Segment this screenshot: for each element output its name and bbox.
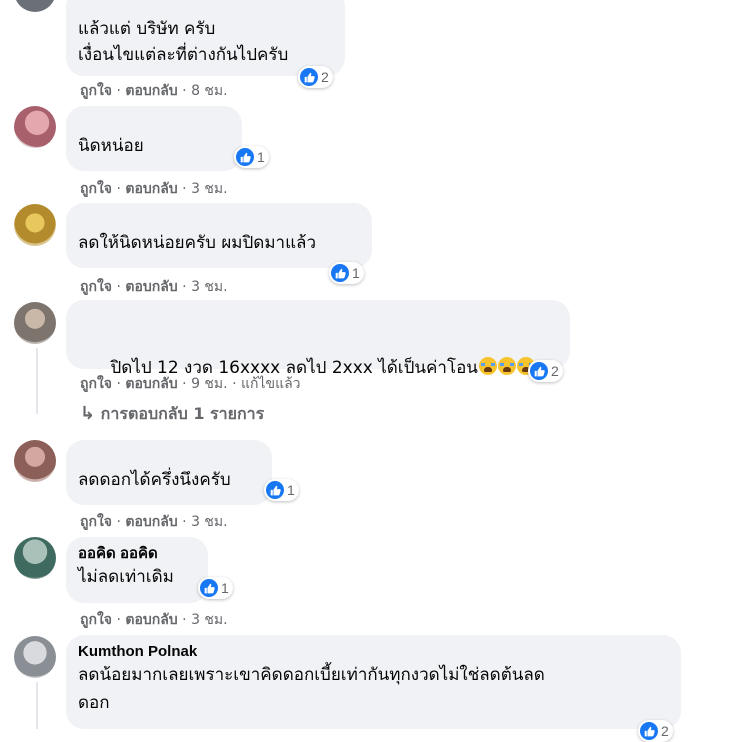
comment-actions: ถูกใจ · ตอบกลับ · 3 ชม. [80, 178, 228, 200]
like-link[interactable]: ถูกใจ [80, 181, 112, 197]
comment-text-line: ลดดอกได้ครึ่งนึงครับ [78, 470, 231, 490]
avatar[interactable] [14, 440, 56, 482]
comment-actions: ถูกใจ · ตอบกลับ · 8 ชม. [80, 80, 228, 102]
reply-link[interactable]: ตอบกลับ [125, 514, 177, 530]
avatar[interactable] [14, 302, 56, 344]
separator: · [116, 181, 121, 197]
like-link[interactable]: ถูกใจ [80, 279, 112, 295]
reaction-count: 1 [352, 265, 360, 281]
like-link[interactable]: ถูกใจ [80, 376, 112, 392]
reply-link[interactable]: ตอบกลับ [125, 612, 177, 628]
reply-link[interactable]: ตอบกลับ [125, 376, 177, 392]
separator: · [116, 376, 121, 392]
separator: · [182, 612, 187, 628]
edited-label[interactable]: แก้ไขแล้ว [241, 376, 301, 392]
separator: · [182, 376, 187, 392]
comment-bubble: Kumthon Polnak ลดน้อยมากเลยเพราะเขาคิดดอ… [66, 635, 681, 729]
reaction-badge[interactable]: 2 [638, 720, 673, 742]
reaction-count: 1 [287, 482, 295, 498]
reaction-count: 2 [321, 69, 329, 85]
thumbs-up-icon [266, 481, 284, 499]
comment-text-line: เงื่อนไขแต่ละที่ต่างกันไปครับ [78, 45, 289, 65]
like-link[interactable]: ถูกใจ [80, 612, 112, 628]
thumbs-up-icon [200, 579, 218, 597]
separator: · [182, 83, 187, 99]
reaction-count: 2 [551, 363, 559, 379]
comment-author[interactable] [78, 308, 558, 326]
like-link[interactable]: ถูกใจ [80, 514, 112, 530]
view-replies-link[interactable]: ↳ การตอบกลับ 1 รายการ [80, 402, 264, 427]
reaction-badge[interactable]: 1 [198, 577, 233, 599]
comment-bubble: แล้วแต่ บริษัท ครับ เงื่อนไขแต่ละที่ต่าง… [66, 0, 345, 76]
comment-text-line: ดอก [78, 693, 110, 713]
comment-actions: ถูกใจ · ตอบกลับ · 3 ชม. [80, 276, 228, 298]
reaction-badge[interactable]: 2 [298, 66, 333, 88]
avatar[interactable] [14, 636, 56, 678]
crying-face-icon [497, 357, 516, 375]
like-link[interactable]: ถูกใจ [80, 83, 112, 99]
thumbs-up-icon [300, 68, 318, 86]
comment-author[interactable]: ออคิด ออคิด [78, 545, 196, 563]
reaction-count: 1 [257, 149, 265, 165]
comment-bubble: ปิดไป 12 งวด 16xxxx ลดไป 2xxx ได้เป็นค่า… [66, 300, 570, 378]
comment-actions: ถูกใจ · ตอบกลับ · 3 ชม. [80, 609, 228, 631]
thumbs-up-icon [640, 722, 658, 740]
comment-actions: ถูกใจ · ตอบกลับ · 3 ชม. [80, 511, 228, 533]
separator: · [182, 514, 187, 530]
avatar[interactable] [14, 204, 56, 246]
separator: · [182, 181, 187, 197]
separator: · [116, 514, 121, 530]
separator: · [116, 83, 121, 99]
timestamp[interactable]: 3 ชม. [191, 279, 228, 295]
comment-author[interactable] [78, 211, 360, 229]
reply-arrow-icon: ↳ [80, 403, 96, 424]
comment-author[interactable]: Kumthon Polnak [78, 643, 669, 661]
avatar[interactable] [14, 537, 56, 579]
reply-link[interactable]: ตอบกลับ [125, 83, 177, 99]
timestamp[interactable]: 3 ชม. [191, 181, 228, 197]
comment-actions: ถูกใจ · ตอบกลับ · 9 ชม. · แก้ไขแล้ว [80, 373, 301, 395]
thumbs-up-icon [331, 264, 349, 282]
comment-text-line: ลดให้นิดหน่อยครับ ผมปิดมาแล้ว [78, 233, 316, 253]
comment-bubble: ออคิด ออคิด ไม่ลดเท่าเดิม [66, 537, 208, 603]
timestamp[interactable]: 9 ชม. [191, 376, 228, 392]
thread-line [36, 348, 38, 414]
reply-link[interactable]: ตอบกลับ [125, 181, 177, 197]
reply-link[interactable]: ตอบกลับ [125, 279, 177, 295]
timestamp[interactable]: 3 ชม. [191, 612, 228, 628]
reaction-badge[interactable]: 1 [329, 262, 364, 284]
comment-bubble: นิดหน่อย [66, 106, 242, 171]
timestamp[interactable]: 8 ชม. [191, 83, 228, 99]
avatar[interactable] [14, 0, 56, 12]
crying-face-icon [478, 357, 497, 375]
comment-text-line: ปิดไป 12 งวด 16xxxx ลดไป 2xxx ได้เป็นค่า… [78, 326, 558, 410]
thumbs-up-icon [236, 148, 254, 166]
reaction-count: 2 [661, 723, 669, 739]
comment-text-line: ลดน้อยมากเลยเพราะเขาคิดดอกเบี้ยเท่ากันทุ… [78, 665, 545, 685]
timestamp[interactable]: 3 ชม. [191, 514, 228, 530]
comment-text-line: แล้วแต่ บริษัท ครับ [78, 19, 216, 39]
separator: · [232, 376, 237, 392]
separator: · [116, 279, 121, 295]
comment-author[interactable] [78, 0, 333, 16]
reaction-badge[interactable]: 2 [528, 360, 563, 382]
thumbs-up-icon [530, 362, 548, 380]
reaction-badge[interactable]: 1 [234, 146, 269, 168]
reaction-badge[interactable]: 1 [264, 479, 299, 501]
avatar[interactable] [14, 106, 56, 148]
separator: · [182, 279, 187, 295]
comment-bubble: ลดดอกได้ครึ่งนึงครับ [66, 440, 272, 505]
reaction-count: 1 [221, 580, 229, 596]
comment-text-line: ไม่ลดเท่าเดิม [78, 567, 174, 587]
separator: · [116, 612, 121, 628]
thread-line [36, 682, 38, 729]
comment-bubble: ลดให้นิดหน่อยครับ ผมปิดมาแล้ว [66, 203, 372, 268]
comment-author[interactable] [78, 448, 260, 466]
view-replies-label: การตอบกลับ 1 รายการ [100, 404, 265, 423]
comment-text-line: นิดหน่อย [78, 136, 144, 156]
comment-author[interactable] [78, 114, 230, 132]
